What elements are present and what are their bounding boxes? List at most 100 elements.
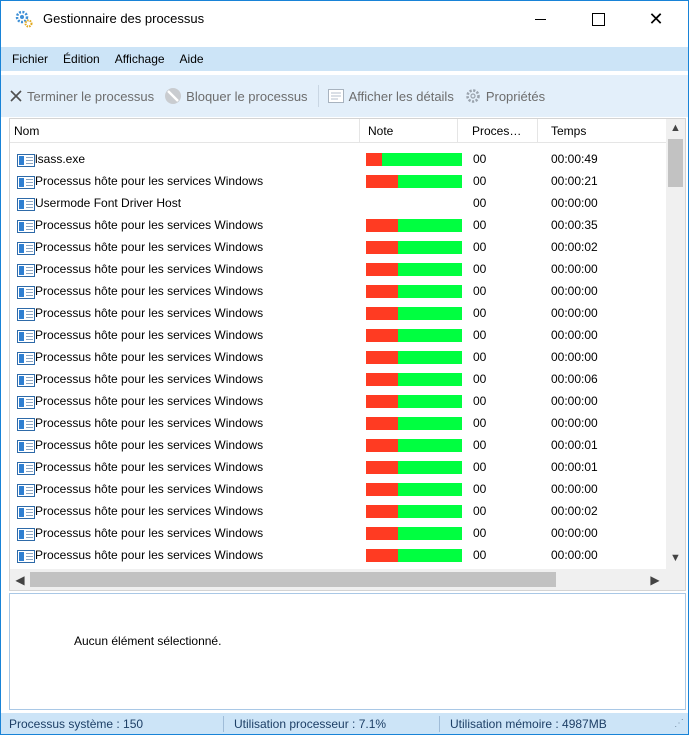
maximize-button[interactable] (575, 1, 621, 37)
process-time: 00:00:01 (551, 460, 598, 474)
table-row[interactable]: Processus hôte pour les services Windows… (10, 325, 666, 347)
process-cpu: 00 (473, 240, 487, 254)
window-app-icon (17, 330, 35, 343)
note-bar-bad-portion (366, 395, 398, 408)
end-process-button[interactable]: Terminer le processus (9, 89, 154, 104)
close-button[interactable]: ✕ (633, 1, 679, 37)
table-row[interactable]: Processus hôte pour les services Windows… (10, 237, 666, 259)
process-cpu: 00 (473, 504, 487, 518)
column-header-note[interactable]: Note (360, 119, 458, 143)
process-name: Processus hôte pour les services Windows (35, 504, 264, 518)
menu-fichier[interactable]: Fichier (7, 52, 58, 66)
process-name: Processus hôte pour les services Windows (35, 174, 264, 188)
process-name: Processus hôte pour les services Windows (35, 482, 264, 496)
process-time: 00:00:35 (551, 218, 598, 232)
table-row[interactable]: Processus hôte pour les services Windows… (10, 347, 666, 369)
process-time: 00:00:01 (551, 438, 598, 452)
process-time: 00:00:00 (551, 306, 598, 320)
process-name: Processus hôte pour les services Windows (35, 460, 264, 474)
horizontal-scrollbar[interactable]: ◀ ▶ (10, 569, 685, 590)
table-row[interactable]: Processus hôte pour les services Windows… (10, 391, 666, 413)
vertical-scrollbar[interactable]: ▲ ▼ (666, 119, 685, 569)
table-row[interactable]: Processus hôte pour les services Windows… (10, 171, 666, 193)
horizontal-scroll-thumb[interactable] (30, 572, 556, 587)
process-time: 00:00:00 (551, 526, 598, 540)
note-bar (366, 373, 462, 386)
block-process-label: Bloquer le processus (186, 88, 308, 104)
note-bar (366, 285, 462, 298)
note-bar (366, 505, 462, 518)
table-row[interactable]: Processus hôte pour les services Windows… (10, 281, 666, 303)
scroll-right-button[interactable]: ▶ (645, 569, 665, 590)
menu-aide[interactable]: Aide (175, 52, 214, 66)
scroll-down-button[interactable]: ▼ (666, 549, 685, 567)
window-app-icon (17, 308, 35, 321)
vertical-scroll-thumb[interactable] (668, 139, 683, 187)
process-cpu: 00 (473, 284, 487, 298)
window-app-icon (17, 220, 35, 233)
process-cpu: 00 (473, 196, 487, 210)
process-name: Processus hôte pour les services Windows (35, 284, 264, 298)
note-bar (366, 483, 462, 496)
show-details-label: Afficher les détails (348, 88, 454, 104)
process-time: 00:00:00 (551, 196, 598, 210)
table-row[interactable]: Processus hôte pour les services Windows… (10, 545, 666, 567)
table-row[interactable]: Processus hôte pour les services Windows… (10, 523, 666, 545)
scroll-up-button[interactable]: ▲ (666, 119, 685, 137)
process-time: 00:00:00 (551, 262, 598, 276)
table-row[interactable]: Processus hôte pour les services Windows… (10, 215, 666, 237)
table-row[interactable]: Processus hôte pour les services Windows… (10, 369, 666, 391)
gear-icon (466, 89, 480, 103)
window-app-icon (17, 374, 35, 387)
window-app-icon (17, 506, 35, 519)
process-cpu: 00 (473, 262, 487, 276)
process-time: 00:00:21 (551, 174, 598, 188)
table-row[interactable]: Processus hôte pour les services Windows… (10, 457, 666, 479)
column-header-temps[interactable]: Temps (538, 119, 648, 143)
show-details-button[interactable]: Afficher les détails (327, 87, 454, 105)
table-row[interactable]: Usermode Font Driver Host 00 00:00:00 (10, 193, 666, 215)
note-bar (366, 219, 462, 232)
window-app-icon (17, 242, 35, 255)
window-app-icon (17, 550, 35, 563)
process-list[interactable]: Nom Note Proces… Temps lsass.exe 00 00:00:… (9, 118, 686, 591)
process-name: Processus hôte pour les services Windows (35, 548, 264, 562)
scrollbar-corner (666, 569, 685, 590)
process-name: Processus hôte pour les services Windows (35, 372, 264, 386)
note-bar (366, 549, 462, 562)
process-name: Processus hôte pour les services Windows (35, 262, 264, 276)
column-header-nom[interactable]: Nom (10, 119, 360, 143)
resize-grip-icon[interactable]: ⋰ (674, 719, 684, 729)
window-app-icon (17, 286, 35, 299)
note-bar (366, 329, 462, 342)
process-cpu: 00 (473, 306, 487, 320)
title-bar[interactable]: Gestionnaire des processus ✕ (1, 1, 688, 37)
table-row[interactable]: Processus hôte pour les services Windows… (10, 303, 666, 325)
table-row[interactable]: Processus hôte pour les services Windows… (10, 501, 666, 523)
table-row[interactable]: Processus hôte pour les services Windows… (10, 435, 666, 457)
scroll-left-button[interactable]: ◀ (10, 569, 30, 590)
table-row[interactable]: Processus hôte pour les services Windows… (10, 413, 666, 435)
process-cpu: 00 (473, 350, 487, 364)
table-row[interactable]: Processus hôte pour les services Windows… (10, 259, 666, 281)
block-process-button[interactable]: Bloquer le processus (164, 87, 308, 105)
note-bar (366, 351, 462, 364)
details-empty-text: Aucun élément sélectionné. (74, 634, 222, 648)
note-bar-bad-portion (366, 241, 398, 254)
menu-affichage[interactable]: Affichage (110, 52, 175, 66)
table-row[interactable]: Processus hôte pour les services Windows… (10, 479, 666, 501)
note-bar-bad-portion (366, 329, 398, 342)
x-icon (10, 90, 22, 102)
note-bar-bad-portion (366, 175, 398, 188)
note-bar-bad-portion (366, 263, 398, 276)
process-cpu: 00 (473, 460, 487, 474)
status-system-processes: Processus système : 150 (9, 717, 144, 731)
table-row[interactable]: lsass.exe 00 00:00:49 (10, 149, 666, 171)
note-bar (366, 241, 462, 254)
process-time: 00:00:00 (551, 394, 598, 408)
menu-edition[interactable]: Édition (58, 52, 110, 66)
note-bar-bad-portion (366, 439, 398, 452)
properties-button[interactable]: Propriétés (464, 87, 545, 105)
minimize-button[interactable] (517, 1, 563, 37)
column-header-processeur[interactable]: Proces… (458, 119, 538, 143)
